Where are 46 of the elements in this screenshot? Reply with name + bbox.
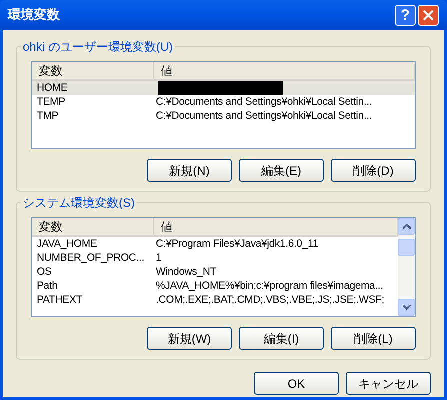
scrollbar[interactable] — [398, 218, 415, 316]
variable-name: JAVA_HOME — [36, 238, 98, 250]
list-row[interactable]: TEMP C:¥Documents and Settings¥ohki¥Local Settin... — [32, 95, 415, 109]
variable-name: OS — [36, 266, 53, 278]
scroll-thumb[interactable] — [398, 239, 415, 256]
variable-name: NUMBER_OF_PROC... — [36, 252, 146, 264]
group-label: ohki のユーザー環境変数(U) — [21, 38, 176, 56]
variable-name: HOME — [36, 82, 69, 94]
column-header[interactable]: 変数 — [32, 62, 154, 79]
variable-value: Windows_NT — [155, 266, 216, 278]
list-row[interactable]: TMP C:¥Documents and Settings¥ohki¥Local Settin... — [32, 109, 415, 123]
scroll-down-icon[interactable] — [398, 299, 415, 316]
dialog-button[interactable]: OK — [254, 372, 339, 395]
variable-name: Path — [36, 280, 59, 292]
dialog-button[interactable]: 削除(D) — [331, 159, 416, 182]
variable-value: C:¥Documents and Settings¥ohki¥Local Settin... — [155, 110, 372, 122]
variable-value: %JAVA_HOME%¥bin;c:¥program files¥imagema... — [155, 280, 384, 292]
close-icon — [423, 10, 434, 20]
column-header[interactable]: 値 — [154, 62, 415, 79]
variable-name: TEMP — [36, 96, 66, 108]
close-button[interactable] — [418, 4, 439, 26]
variable-name: PATHEXT — [36, 294, 84, 306]
column-header[interactable]: 変数 — [32, 218, 154, 235]
list-row[interactable]: JAVA_HOME C:¥Program Files¥Java¥jdk1.6.0_11 — [32, 237, 398, 251]
list-row[interactable]: HOME — [32, 81, 415, 95]
variable-name: TMP — [36, 110, 60, 122]
dialog-button[interactable]: 編集(I) — [239, 327, 324, 350]
dialog-button[interactable]: 削除(L) — [331, 327, 416, 350]
variable-value: C:¥Documents and Settings¥ohki¥Local Settin... — [155, 96, 372, 108]
dialog-button[interactable]: 編集(E) — [239, 159, 324, 182]
window-title: 環境変数 — [8, 6, 60, 24]
variable-value: C:¥Program Files¥Java¥jdk1.6.0_11 — [155, 238, 318, 250]
help-button[interactable]: ? — [395, 4, 416, 26]
variable-list[interactable]: 変数 値 JAVA_HOME C:¥Program Files¥Java¥jdk1.6.0_11 NUMBER_OF_PROC... 1 OS Windows_NT Path %JAVA_HOME%¥bin;c:¥program files¥imagema... PATHEXT .COM;.EXE;.BAT;.CMD;.VBS;.VBE;.JS;.JSE;.WSF; — [31, 217, 416, 317]
variable-value: .COM;.EXE;.BAT;.CMD;.VBS;.VBE;.JS;.JSE;.WSF; — [155, 294, 384, 306]
list-row[interactable]: NUMBER_OF_PROC... 1 — [32, 251, 398, 265]
dialog-button[interactable]: 新規(N) — [147, 159, 232, 182]
group-label: システム環境変数(S) — [21, 194, 137, 212]
dialog-button[interactable]: キャンセル — [346, 372, 431, 395]
variable-list[interactable]: 変数 値 HOME TEMP C:¥Documents and Settings¥ohki¥Local Settin... TMP C:¥Documents and Settings¥ohki¥Local Settin... — [31, 61, 416, 149]
scroll-up-icon[interactable] — [398, 218, 415, 235]
list-row[interactable]: PATHEXT .COM;.EXE;.BAT;.CMD;.VBS;.VBE;.JS;.JSE;.WSF; — [32, 293, 398, 307]
variable-value: 1 — [155, 252, 162, 264]
list-row[interactable]: Path %JAVA_HOME%¥bin;c:¥program files¥imagema... — [32, 279, 398, 293]
dialog-button[interactable]: 新規(W) — [147, 327, 232, 350]
list-row[interactable]: OS Windows_NT — [32, 265, 398, 279]
